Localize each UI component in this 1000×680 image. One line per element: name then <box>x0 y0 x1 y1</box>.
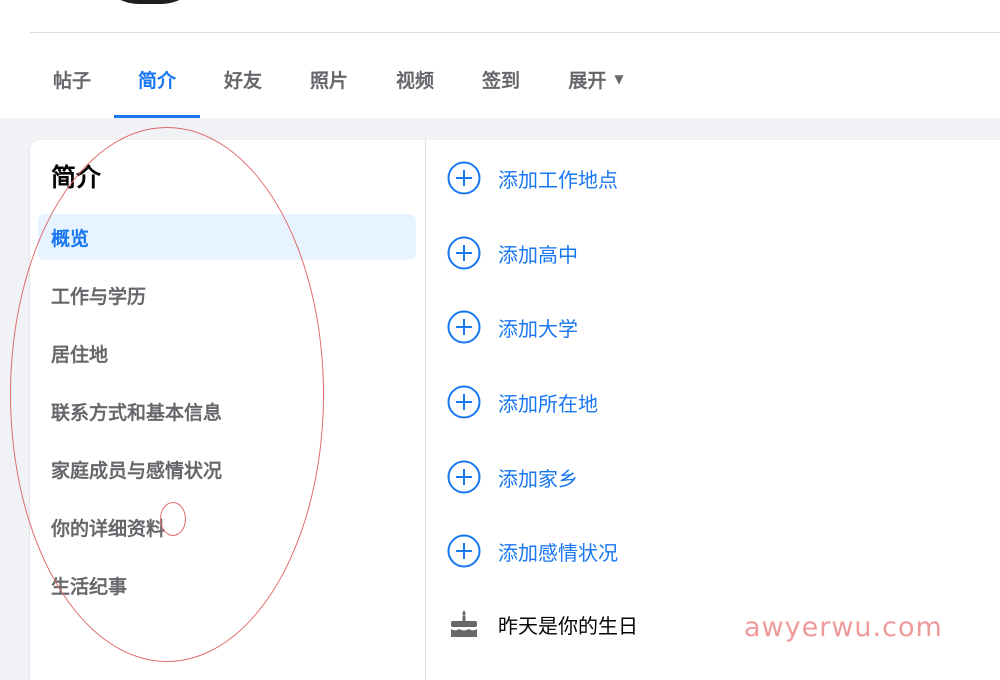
watermark: awyerwu.com <box>744 612 943 643</box>
tab-posts[interactable]: 帖子 <box>30 40 114 118</box>
tab-label: 视频 <box>395 69 434 92</box>
tab-label: 照片 <box>309 69 348 92</box>
birthday-row: 昨天是你的生日 <box>446 604 638 644</box>
add-relationship-link[interactable]: 添加感情状况 <box>446 531 618 571</box>
header-divider <box>30 32 1000 33</box>
nav-item-family-relationships[interactable]: 家庭成员与感情状况 <box>38 446 416 492</box>
add-circle-icon <box>447 161 481 195</box>
add-current-city-link[interactable]: 添加所在地 <box>446 382 598 422</box>
tab-label: 签到 <box>481 69 520 92</box>
tab-checkins[interactable]: 签到 <box>458 40 544 118</box>
nav-item-overview[interactable]: 概览 <box>38 214 416 260</box>
add-high-school-label: 添加高中 <box>498 242 578 267</box>
nav-item-details[interactable]: 你的详细资料 <box>38 504 416 550</box>
add-circle-icon <box>447 460 481 494</box>
profile-tabs: 帖子 简介 好友 照片 视频 签到 展开 ▼ <box>30 40 648 118</box>
about-title: 简介 <box>51 163 102 192</box>
avatar[interactable] <box>95 0 205 4</box>
add-college-label: 添加大学 <box>498 316 578 341</box>
add-workplace-link[interactable]: 添加工作地点 <box>446 158 618 198</box>
about-content: 添加工作地点 添加高中 添加大学 添加所在地 添加家乡 添加感情状况 昨天是你的… <box>426 140 1000 680</box>
add-workplace-label: 添加工作地点 <box>498 167 618 192</box>
tab-label: 帖子 <box>52 69 91 92</box>
tab-label: 简介 <box>137 69 176 92</box>
nav-item-contact-basic-info[interactable]: 联系方式和基本信息 <box>38 388 416 434</box>
tab-more[interactable]: 展开 ▼ <box>544 40 648 118</box>
add-relationship-label: 添加感情状况 <box>498 540 618 565</box>
add-hometown-label: 添加家乡 <box>498 466 578 491</box>
about-nav: 概览 工作与学历 居住地 联系方式和基本信息 家庭成员与感情状况 你的详细资料 … <box>38 214 416 620</box>
add-circle-icon <box>447 534 481 568</box>
about-sidebar: 简介 概览 工作与学历 居住地 联系方式和基本信息 家庭成员与感情状况 你的详细… <box>30 140 425 680</box>
birthday-label: 昨天是你的生日 <box>498 613 638 638</box>
nav-item-places-lived[interactable]: 居住地 <box>38 330 416 376</box>
nav-item-life-events[interactable]: 生活纪事 <box>38 562 416 608</box>
add-current-city-label: 添加所在地 <box>498 391 598 416</box>
tab-friends[interactable]: 好友 <box>200 40 286 118</box>
tab-videos[interactable]: 视频 <box>372 40 458 118</box>
add-circle-icon <box>447 310 481 344</box>
add-circle-icon <box>447 236 481 270</box>
add-high-school-link[interactable]: 添加高中 <box>446 233 578 273</box>
profile-header: 帖子 简介 好友 照片 视频 签到 展开 ▼ <box>0 0 1000 118</box>
add-college-link[interactable]: 添加大学 <box>446 307 578 347</box>
tab-label: 展开 <box>568 69 607 92</box>
add-circle-icon <box>447 385 481 419</box>
tab-about[interactable]: 简介 <box>114 40 200 118</box>
caret-down-icon: ▼ <box>614 72 624 86</box>
tab-photos[interactable]: 照片 <box>286 40 372 118</box>
birthday-cake-icon <box>451 610 477 637</box>
tab-label: 好友 <box>223 69 262 92</box>
add-hometown-link[interactable]: 添加家乡 <box>446 457 578 497</box>
about-card: 简介 概览 工作与学历 居住地 联系方式和基本信息 家庭成员与感情状况 你的详细… <box>30 140 1000 680</box>
nav-item-work-education[interactable]: 工作与学历 <box>38 272 416 318</box>
